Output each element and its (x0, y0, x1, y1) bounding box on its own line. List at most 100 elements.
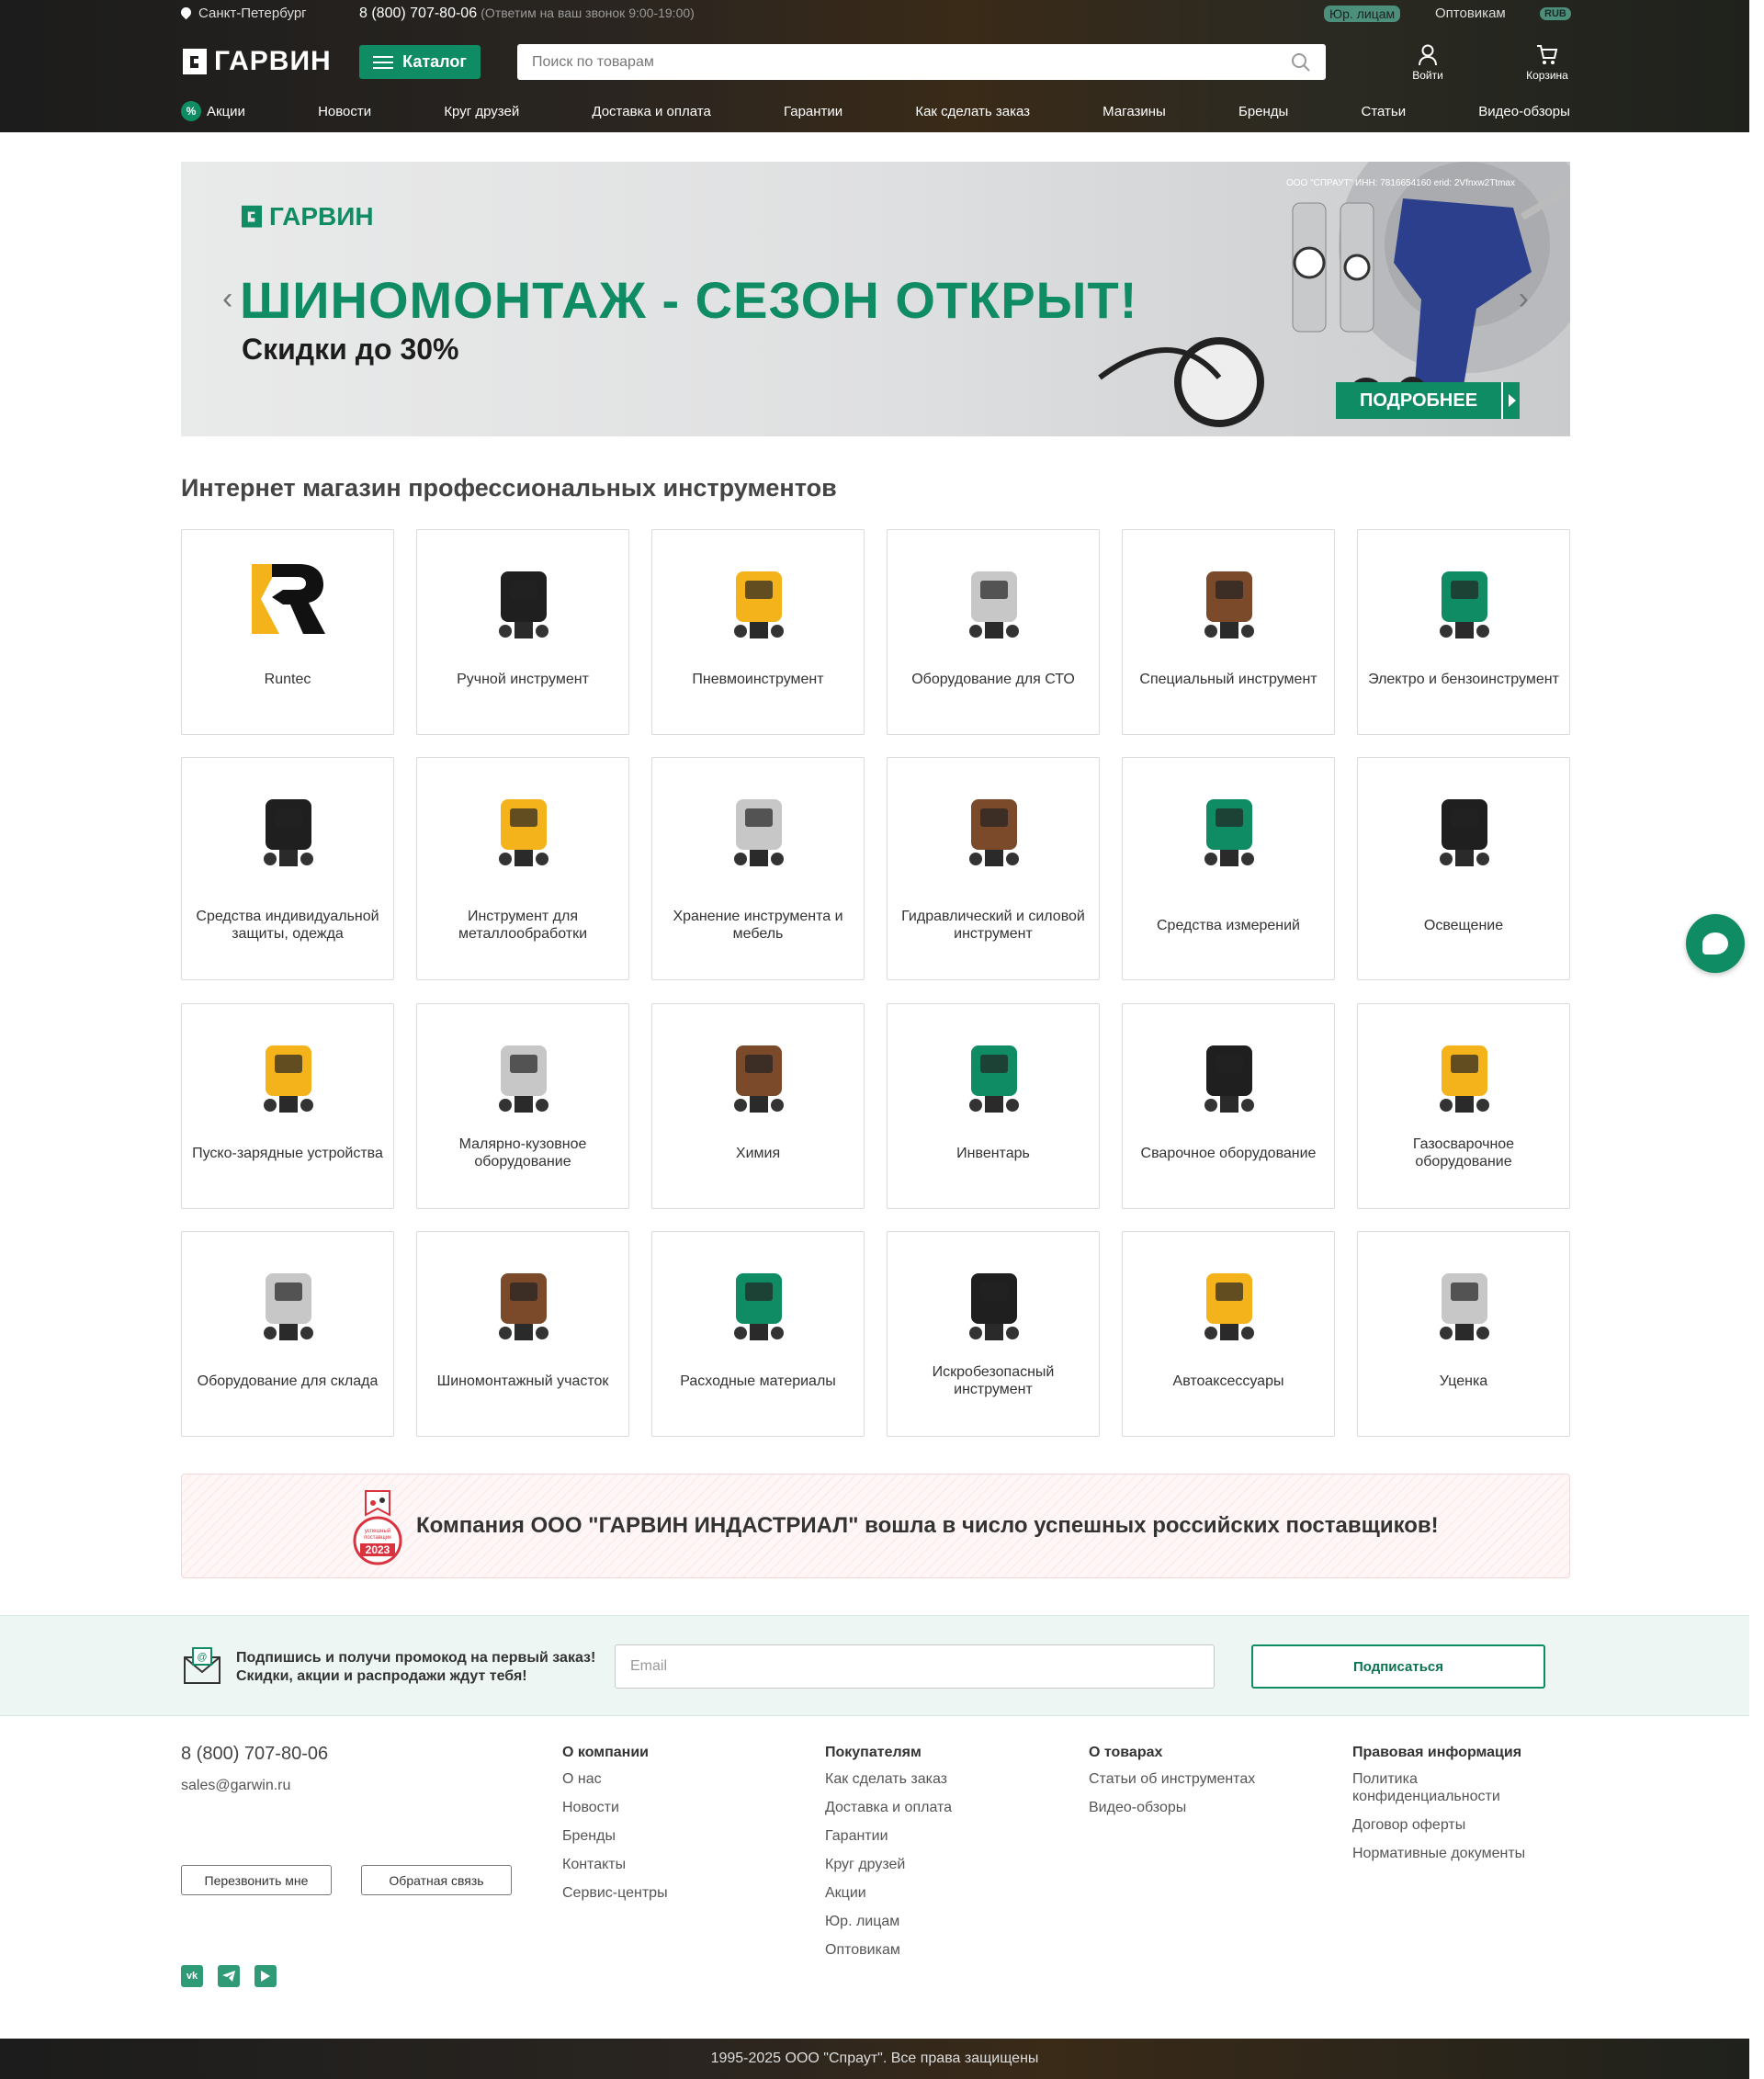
footer-link[interactable]: Оптовикам (825, 1941, 1064, 1959)
footer-column: Покупателям Как сделать заказ Доставка и о… (825, 1745, 1064, 1970)
category-image (238, 1250, 339, 1351)
category-card[interactable]: Уценка (1357, 1231, 1570, 1437)
category-card[interactable]: Гидравлический и силовой инструмент (887, 757, 1100, 980)
cart-button[interactable]: Корзина (1520, 44, 1575, 82)
nav-item-videos[interactable]: Видео-обзоры (1478, 101, 1570, 121)
chat-button[interactable] (1686, 914, 1745, 973)
nav-item-brands[interactable]: Бренды (1238, 101, 1288, 121)
header-phone[interactable]: 8 (800) 707-80-06 (359, 6, 477, 21)
badge-line-1: успешный (365, 1528, 390, 1534)
login-button[interactable]: Войти (1400, 44, 1455, 82)
footer-column-title: Покупателям (825, 1745, 922, 1760)
category-card[interactable]: Пуско-зарядные устройства (181, 1003, 394, 1209)
footer-link[interactable]: Бренды (562, 1827, 783, 1845)
search-input[interactable] (517, 44, 1271, 80)
callback-button[interactable]: Перезвонить мне (181, 1865, 332, 1895)
category-card[interactable]: Шиномонтажный участок (416, 1231, 629, 1437)
category-image (1179, 776, 1280, 877)
footer-link[interactable]: Договор оферты (1352, 1816, 1555, 1834)
banner-next-arrow[interactable]: › (1519, 281, 1529, 317)
category-card[interactable]: Электро и бензоинструмент (1357, 529, 1570, 735)
category-label: Уценка (1439, 1373, 1488, 1389)
category-label: Средства измерений (1156, 917, 1300, 933)
footer-phone[interactable]: 8 (800) 707-80-06 (181, 1744, 328, 1765)
award-badge-icon: успешный поставщик 2023 (353, 1490, 402, 1565)
nav-item-friends[interactable]: Круг друзей (444, 101, 519, 121)
category-image (238, 776, 339, 877)
category-image (1414, 548, 1515, 650)
footer-link[interactable]: Как сделать заказ (825, 1770, 1064, 1788)
category-card[interactable]: Газосварочное оборудование (1357, 1003, 1570, 1209)
footer-link[interactable]: Контакты (562, 1856, 783, 1873)
category-card[interactable]: Специальный инструмент (1122, 529, 1335, 735)
category-label: Инвентарь (956, 1145, 1030, 1161)
category-card[interactable]: Оборудование для СТО (887, 529, 1100, 735)
top-bar: Санкт-Петербург 8 (800) 707-80-06 (Ответ… (178, 0, 1571, 28)
email-field[interactable] (615, 1644, 1215, 1689)
category-card[interactable]: Искробезопасный инструмент (887, 1231, 1100, 1437)
subscribe-button[interactable]: Подписаться (1251, 1644, 1545, 1689)
category-label: Средства индивидуальной защиты, одежда (196, 909, 379, 942)
category-label: Шиномонтажный участок (436, 1373, 609, 1389)
footer-link[interactable]: Видео-обзоры (1089, 1799, 1328, 1816)
category-image (473, 548, 574, 650)
yur-link[interactable]: Юр. лицам (1324, 6, 1401, 22)
category-card[interactable]: Автоаксессуары (1122, 1231, 1335, 1437)
banner-more-button[interactable]: ПОДРОБНЕЕ (1336, 382, 1520, 419)
footer-link[interactable]: Нормативные документы (1352, 1845, 1555, 1862)
city-selector[interactable]: Санкт-Петербург (178, 5, 307, 21)
category-image (708, 1023, 809, 1124)
site-logo[interactable]: ГАРВИН (181, 46, 332, 77)
category-card[interactable]: Инвентарь (887, 1003, 1100, 1209)
currency-switch[interactable]: RUB (1540, 7, 1571, 20)
banner-prev-arrow[interactable]: ‹ (222, 281, 232, 317)
feedback-button[interactable]: Обратная связь (361, 1865, 512, 1895)
copyright-text: 1995-2025 ООО "Спраут". Все права защище… (710, 2051, 1039, 2066)
footer-link[interactable]: Новости (562, 1799, 783, 1816)
category-card[interactable]: Сварочное оборудование (1122, 1003, 1335, 1209)
promo-banner[interactable]: ‹ › ГАРВИН ШИНОМОНТАЖ - СЕЗОН ОТКРЫТ! Ск… (181, 162, 1570, 436)
footer-email[interactable]: sales@garwin.ru (181, 1778, 290, 1794)
nav-item-how-to-order[interactable]: Как сделать заказ (915, 101, 1030, 121)
nav-item-articles[interactable]: Статьи (1362, 101, 1407, 121)
footer-link[interactable]: Сервис-центры (562, 1884, 783, 1902)
youtube-icon[interactable] (254, 1965, 277, 1987)
category-card[interactable]: Освещение (1357, 757, 1570, 980)
category-label: Специальный инструмент (1139, 671, 1317, 687)
category-card[interactable]: Пневмоинструмент (651, 529, 865, 735)
category-card[interactable]: Оборудование для склада (181, 1231, 394, 1437)
category-card[interactable]: Расходные материалы (651, 1231, 865, 1437)
footer-link[interactable]: Политика конфиденциальности (1352, 1770, 1555, 1805)
footer-link[interactable]: Доставка и оплата (825, 1799, 1064, 1816)
award-banner[interactable]: успешный поставщик 2023 Компания ООО "ГА… (181, 1474, 1570, 1578)
garwin-logo-icon (241, 205, 263, 228)
search-icon[interactable] (1291, 52, 1311, 73)
category-card[interactable]: Средства измерений (1122, 757, 1335, 980)
category-card[interactable]: Средства индивидуальной защиты, одежда (181, 757, 394, 980)
category-card[interactable]: Малярно-кузовное оборудование (416, 1003, 629, 1209)
footer-link[interactable]: Круг друзей (825, 1856, 1064, 1873)
nav-item-guarantee[interactable]: Гарантии (784, 101, 842, 121)
category-card[interactable]: Ручной инструмент (416, 529, 629, 735)
nav-item-delivery[interactable]: Доставка и оплата (592, 101, 710, 121)
vk-icon[interactable]: vk (181, 1965, 203, 1987)
category-card[interactable]: Хранение инструмента и мебель (651, 757, 865, 980)
nav-item-shops[interactable]: Магазины (1102, 101, 1166, 121)
location-pin-icon (178, 5, 194, 20)
footer-link[interactable]: Юр. лицам (825, 1913, 1064, 1930)
category-card[interactable]: Runtec (181, 529, 394, 735)
catalog-button[interactable]: Каталог (359, 45, 481, 79)
footer-link[interactable]: Гарантии (825, 1827, 1064, 1845)
nav-item-news[interactable]: Новости (318, 101, 371, 121)
category-card[interactable]: Инструмент для металлообработки (416, 757, 629, 980)
category-card[interactable]: Химия (651, 1003, 865, 1209)
nav-item-promo[interactable]: % Акции (181, 101, 245, 121)
footer-link[interactable]: Акции (825, 1884, 1064, 1902)
opt-link[interactable]: Оптовикам (1435, 6, 1506, 21)
telegram-icon[interactable] (218, 1965, 240, 1987)
category-label: Освещение (1423, 917, 1504, 933)
badge-line-2: поставщик (364, 1535, 391, 1541)
footer-link[interactable]: О нас (562, 1770, 783, 1788)
category-label: Газосварочное оборудование (1412, 1136, 1515, 1169)
footer-link[interactable]: Статьи об инструментах (1089, 1770, 1328, 1788)
